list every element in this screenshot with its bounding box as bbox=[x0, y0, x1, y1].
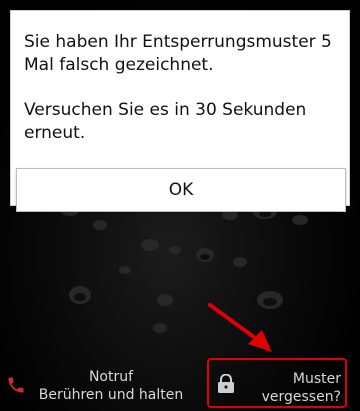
too-many-attempts-dialog: Sie haben Ihr Entsperrungsmuster 5 Mal f… bbox=[10, 10, 350, 212]
emergency-call-title: Notruf bbox=[88, 369, 134, 385]
lock-icon bbox=[217, 373, 235, 398]
forgot-pattern-line2: vergessen? bbox=[261, 389, 341, 405]
emergency-call-button[interactable]: Notruf Berühren und halten bbox=[0, 355, 200, 411]
forgot-pattern-button[interactable]: Muster vergessen? bbox=[207, 358, 347, 408]
ok-button[interactable]: OK bbox=[16, 168, 346, 212]
forgot-pattern-line1: Muster bbox=[292, 371, 341, 387]
dialog-message: Sie haben Ihr Entsperrungsmuster 5 Mal f… bbox=[24, 31, 339, 167]
dialog-message-attempts: Sie haben Ihr Entsperrungsmuster 5 Mal f… bbox=[24, 32, 332, 75]
lockscreen-bottom-bar: Notruf Berühren und halten Muster verges… bbox=[0, 355, 360, 411]
dialog-message-retry: Versuchen Sie es in 30 Sekunden erneut. bbox=[24, 100, 307, 143]
phone-icon bbox=[6, 375, 26, 399]
emergency-call-subtitle: Berühren und halten bbox=[38, 387, 184, 403]
